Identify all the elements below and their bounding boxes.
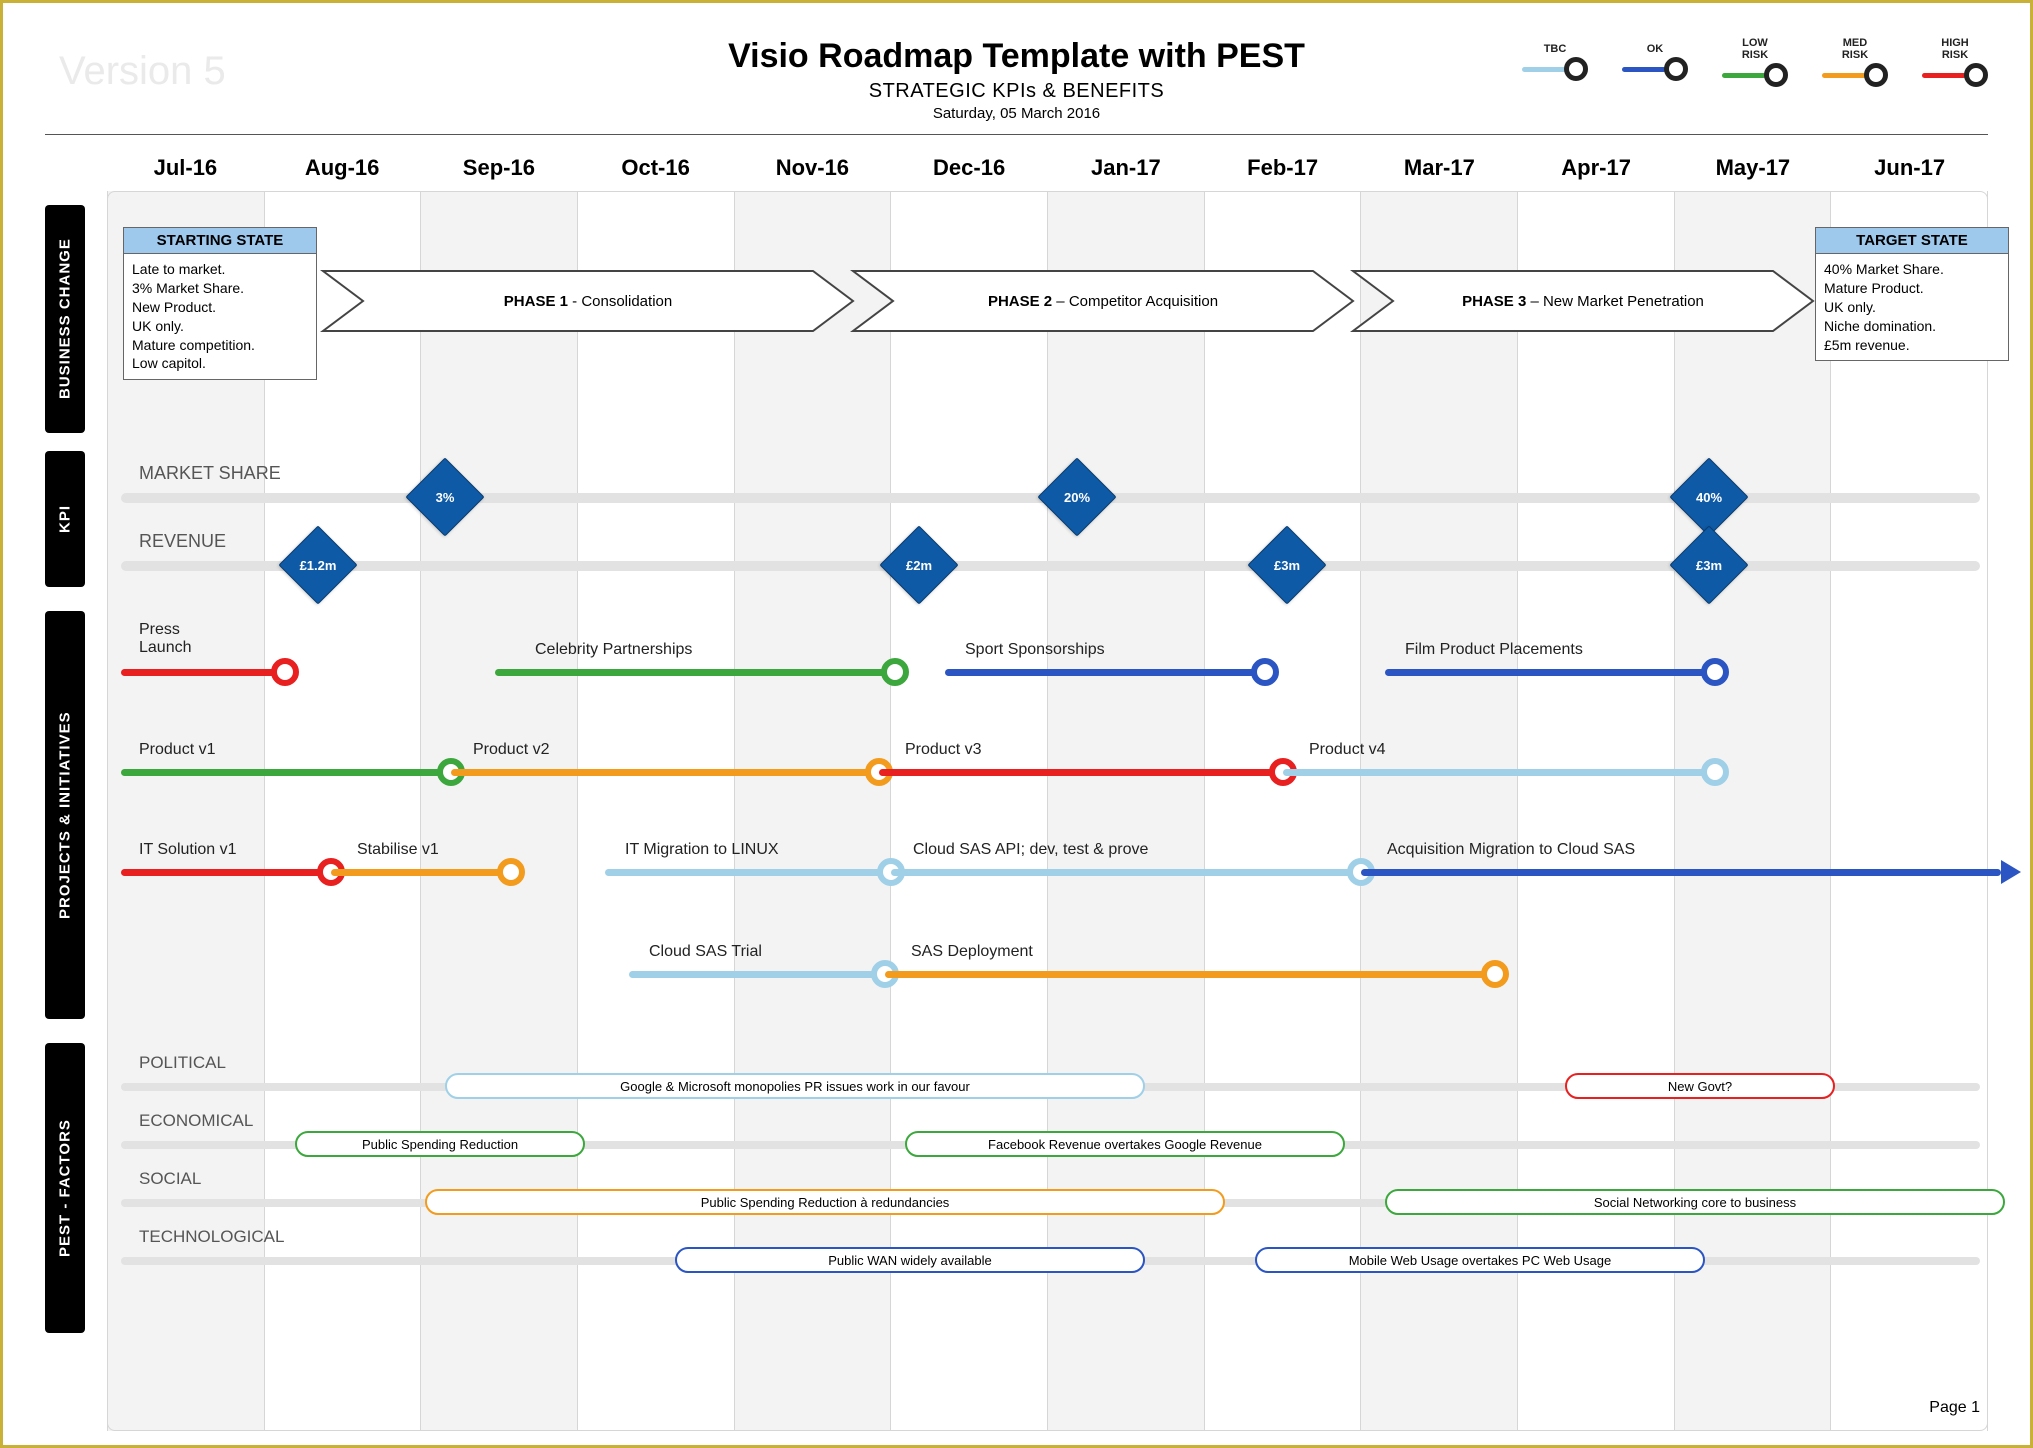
month-label: Jan-17	[1048, 155, 1205, 181]
initiative-endpoint	[497, 858, 525, 886]
pest-category: SOCIAL	[139, 1169, 201, 1189]
month-label: Dec-16	[891, 155, 1048, 181]
initiative-label: Press Launch	[139, 621, 219, 656]
initiative-endpoint	[1481, 960, 1509, 988]
phase-3-arrow: PHASE 3 – New Market Penetration	[1353, 271, 1813, 331]
month-label: Jul-16	[107, 155, 264, 181]
initiative-bar	[945, 669, 1265, 676]
month-label: Apr-17	[1518, 155, 1675, 181]
initiative-label: Cloud SAS Trial	[649, 943, 762, 961]
starting-state-box: STARTING STATE Late to market. 3% Market…	[123, 227, 317, 380]
month-grid	[107, 191, 1988, 1431]
pest-item: Mobile Web Usage overtakes PC Web Usage	[1255, 1247, 1705, 1273]
phase-1-arrow: PHASE 1 - Consolidation	[323, 271, 853, 331]
page-date: Saturday, 05 March 2016	[45, 105, 1988, 122]
initiative-bar	[121, 669, 285, 676]
initiative-arrowhead-icon	[2001, 860, 2021, 884]
kpi-label-revenue: REVENUE	[139, 531, 226, 552]
month-label: Nov-16	[734, 155, 891, 181]
initiative-bar	[121, 769, 451, 776]
section-label-pest: PEST - FACTORS	[45, 1043, 85, 1333]
initiative-endpoint	[271, 658, 299, 686]
legend-high: HIGH RISK	[1922, 37, 1988, 87]
initiative-bar	[885, 971, 1495, 978]
initiative-label: IT Migration to LINUX	[625, 841, 779, 859]
month-label: Jun-17	[1831, 155, 1988, 181]
legend-med: MED RISK	[1822, 37, 1888, 87]
pest-item: Google & Microsoft monopolies PR issues …	[445, 1073, 1145, 1099]
initiative-label: Film Product Placements	[1405, 641, 1583, 659]
initiative-label: Celebrity Partnerships	[535, 641, 692, 659]
initiative-label: Product v2	[473, 741, 549, 759]
legend-tbc: TBC	[1522, 43, 1588, 81]
pest-item: Public WAN widely available	[675, 1247, 1145, 1273]
initiative-endpoint	[881, 658, 909, 686]
initiative-bar	[879, 769, 1283, 776]
month-label: May-17	[1675, 155, 1832, 181]
month-axis: Jul-16 Aug-16 Sep-16 Oct-16 Nov-16 Dec-1…	[45, 155, 1988, 181]
pest-item: Public Spending Reduction	[295, 1131, 585, 1157]
kpi-label-market-share: MARKET SHARE	[139, 463, 281, 484]
initiative-bar	[121, 869, 331, 876]
initiative-label: Acquisition Migration to Cloud SAS	[1387, 841, 1635, 859]
legend-ok: OK	[1622, 43, 1688, 81]
month-label: Oct-16	[577, 155, 734, 181]
initiative-endpoint	[1701, 658, 1729, 686]
pest-item: Public Spending Reduction à redundancies	[425, 1189, 1225, 1215]
pest-category: TECHNOLOGICAL	[139, 1227, 284, 1247]
version-watermark: Version 5	[59, 49, 226, 94]
initiative-label: IT Solution v1	[139, 841, 237, 859]
timeline-chart: BUSINESS CHANGE STARTING STATE Late to m…	[45, 191, 1988, 1431]
initiative-bar	[331, 869, 511, 876]
initiative-label: Product v3	[905, 741, 981, 759]
page-number: Page 1	[1929, 1399, 1980, 1417]
initiative-endpoint	[1701, 758, 1729, 786]
section-label-kpi: KPI	[45, 451, 85, 587]
phase-2-arrow: PHASE 2 – Competitor Acquisition	[853, 271, 1353, 331]
initiative-bar	[451, 769, 879, 776]
legend: TBC OK LOW RISK MED RISK HIGH RISK	[1522, 37, 1988, 87]
initiative-label: Stabilise v1	[357, 841, 439, 859]
section-label-business-change: BUSINESS CHANGE	[45, 205, 85, 433]
initiative-bar	[605, 869, 891, 876]
month-label: Feb-17	[1204, 155, 1361, 181]
target-state-header: TARGET STATE	[1816, 228, 2008, 254]
initiative-bar	[891, 869, 1361, 876]
month-label: Mar-17	[1361, 155, 1518, 181]
target-state-body: 40% Market Share. Mature Product. UK onl…	[1816, 254, 2008, 360]
pest-item: Social Networking core to business	[1385, 1189, 2005, 1215]
section-label-projects: PROJECTS & INITIATIVES	[45, 611, 85, 1019]
header-divider	[45, 134, 1988, 135]
initiative-label: SAS Deployment	[911, 943, 1033, 961]
initiative-bar	[1283, 769, 1715, 776]
starting-state-body: Late to market. 3% Market Share. New Pro…	[124, 254, 316, 379]
initiative-bar	[495, 669, 895, 676]
target-state-box: TARGET STATE 40% Market Share. Mature Pr…	[1815, 227, 2009, 361]
initiative-bar	[1385, 669, 1715, 676]
starting-state-header: STARTING STATE	[124, 228, 316, 254]
pest-item: Facebook Revenue overtakes Google Revenu…	[905, 1131, 1345, 1157]
initiative-bar	[629, 971, 885, 978]
initiative-label: Product v1	[139, 741, 215, 759]
initiative-label: Cloud SAS API; dev, test & prove	[913, 841, 1148, 859]
initiative-label: Product v4	[1309, 741, 1385, 759]
legend-low: LOW RISK	[1722, 37, 1788, 87]
pest-item: New Govt?	[1565, 1073, 1835, 1099]
initiative-bar	[1361, 869, 2001, 876]
initiative-label: Sport Sponsorships	[965, 641, 1105, 659]
initiative-endpoint	[1251, 658, 1279, 686]
pest-category: ECONOMICAL	[139, 1111, 253, 1131]
month-label: Sep-16	[421, 155, 578, 181]
pest-category: POLITICAL	[139, 1053, 226, 1073]
month-label: Aug-16	[264, 155, 421, 181]
